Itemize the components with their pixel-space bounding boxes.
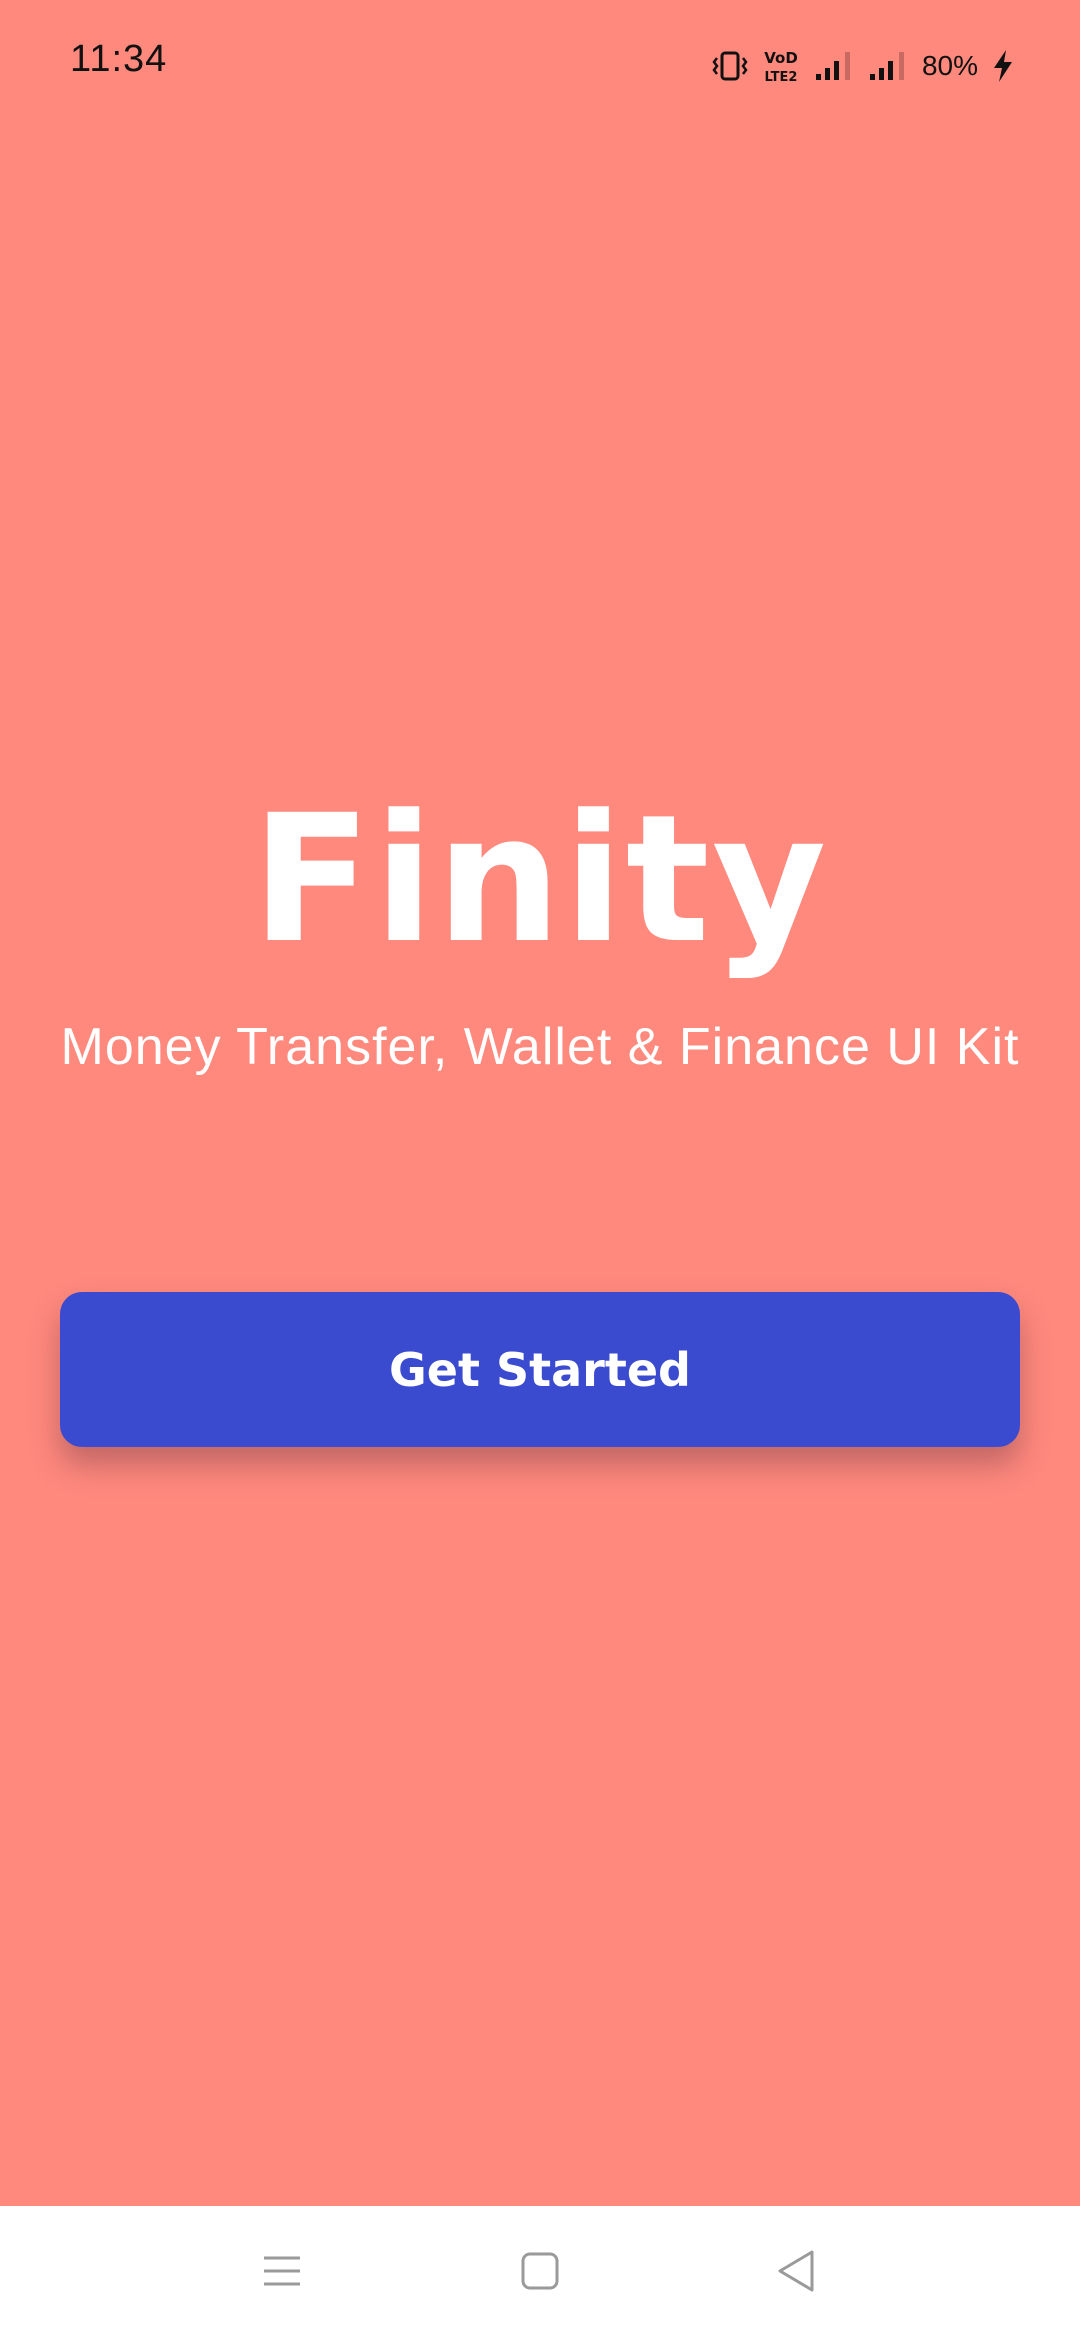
vibrate-icon	[712, 50, 748, 82]
recent-apps-button[interactable]	[222, 2206, 342, 2340]
signal-icon	[868, 50, 908, 82]
status-icons: VoD LTE2 80%	[712, 46, 1014, 86]
get-started-button[interactable]: Get Started	[60, 1292, 1020, 1447]
back-icon	[776, 2249, 816, 2298]
volte-label-top: VoD	[764, 49, 798, 67]
navigation-bar	[0, 2206, 1080, 2340]
home-icon	[520, 2251, 560, 2296]
app-background: 11:34 VoD LTE2 80% Finity Money Transfer…	[0, 0, 1080, 2206]
screen: 11:34 VoD LTE2 80% Finity Money Transfer…	[0, 0, 1080, 2340]
menu-icon	[262, 2253, 302, 2294]
back-button[interactable]	[736, 2206, 856, 2340]
app-title: Finity	[251, 777, 829, 982]
volte-label-bottom: LTE2	[764, 70, 797, 84]
status-bar: 11:34 VoD LTE2 80%	[0, 0, 1080, 132]
volte-icon: VoD LTE2	[762, 48, 800, 84]
home-button[interactable]	[480, 2206, 600, 2340]
charging-icon	[992, 49, 1014, 83]
signal-icon	[814, 50, 854, 82]
get-started-label: Get Started	[389, 1342, 691, 1397]
app-subtitle: Money Transfer, Wallet & Finance UI Kit	[60, 1018, 1020, 1076]
battery-percent: 80%	[921, 50, 978, 81]
status-time: 11:34	[70, 38, 168, 80]
